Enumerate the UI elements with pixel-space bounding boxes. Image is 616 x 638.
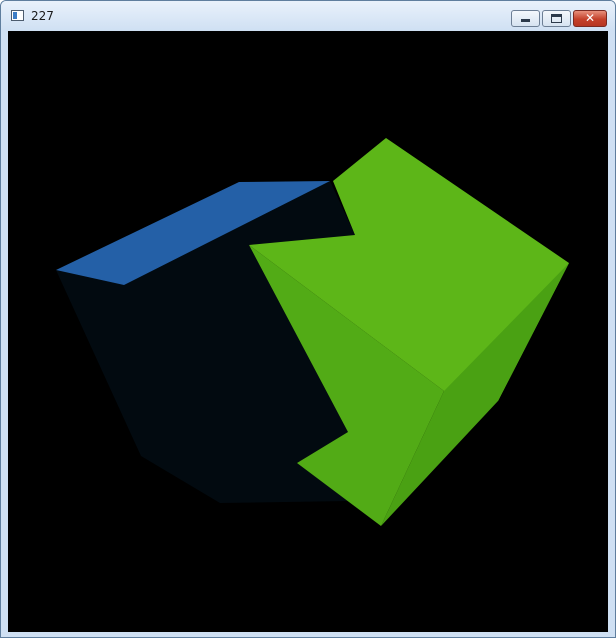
- maximize-icon: [551, 14, 562, 23]
- minimize-icon: [521, 19, 530, 22]
- application-window: 227 ✕: [0, 0, 616, 638]
- window-title: 227: [31, 9, 54, 23]
- app-window-icon[interactable]: [11, 10, 24, 21]
- close-icon: ✕: [584, 11, 596, 25]
- title-bar[interactable]: 227 ✕: [1, 1, 615, 31]
- 3d-scene: [8, 31, 608, 632]
- minimize-button[interactable]: [511, 10, 540, 27]
- maximize-button[interactable]: [542, 10, 571, 27]
- close-button[interactable]: ✕: [573, 10, 607, 27]
- render-viewport[interactable]: [8, 31, 608, 632]
